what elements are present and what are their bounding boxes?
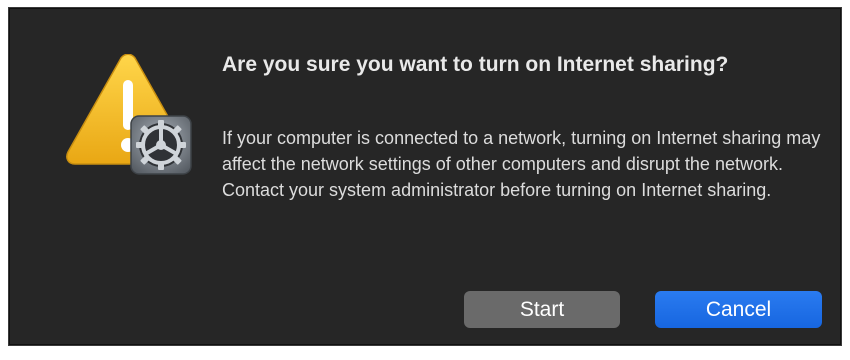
dialog-title: Are you sure you want to turn on Interne…: [222, 53, 729, 76]
start-button[interactable]: Start: [464, 291, 620, 328]
warning-icon: [59, 53, 195, 182]
cancel-button[interactable]: Cancel: [655, 291, 822, 328]
alert-dialog: Are you sure you want to turn on Interne…: [8, 7, 842, 346]
dialog-message: If your computer is connected to a netwo…: [222, 128, 821, 200]
gear-icon: [130, 115, 192, 175]
